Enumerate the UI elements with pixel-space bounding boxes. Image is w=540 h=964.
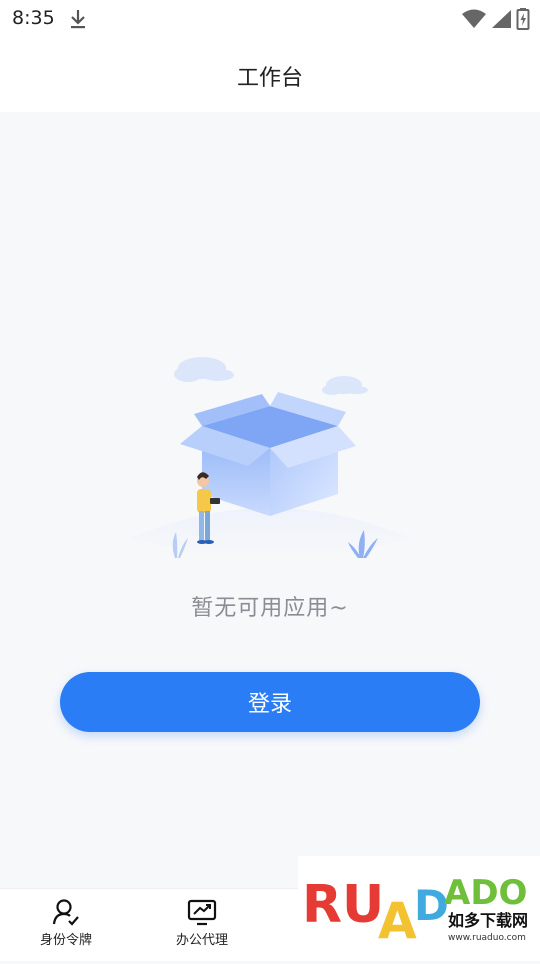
status-icons (462, 8, 530, 34)
empty-box-illustration (130, 357, 410, 558)
empty-state-text: 暂无可用应用~ (191, 596, 349, 621)
tab-identity-token[interactable]: 身份令牌 (6, 897, 126, 948)
cloud-left (174, 357, 234, 382)
cloud-right (322, 376, 368, 395)
page-title: 工作台 (236, 66, 303, 91)
download-icon (68, 8, 88, 34)
svg-text:如多下载网: 如多下载网 (448, 911, 528, 930)
cellular-signal-icon (490, 9, 512, 33)
wifi-icon (462, 9, 486, 33)
main-content: 暂无可用应用~ 登录 (0, 112, 540, 888)
status-bar: 8:35 (0, 0, 540, 38)
battery-icon (516, 8, 530, 34)
svg-text:A: A (378, 892, 417, 950)
login-button[interactable]: 登录 (60, 672, 480, 732)
app-header: 工作台 (0, 38, 540, 112)
svg-text:ADO: ADO (444, 873, 527, 913)
svg-text:RU: RU (302, 875, 384, 935)
watermark-logo: RU A D ADO 如多下载网 www.ruaduo.com (298, 856, 540, 960)
svg-text:www.ruaduo.com: www.ruaduo.com (448, 933, 526, 943)
status-time: 8:35 (12, 7, 55, 29)
tab-label: 办公代理 (175, 933, 228, 948)
office-proxy-icon (187, 899, 217, 926)
tab-office-proxy[interactable]: 办公代理 (142, 897, 262, 948)
tab-label: 身份令牌 (39, 933, 92, 948)
identity-token-icon (52, 899, 79, 926)
